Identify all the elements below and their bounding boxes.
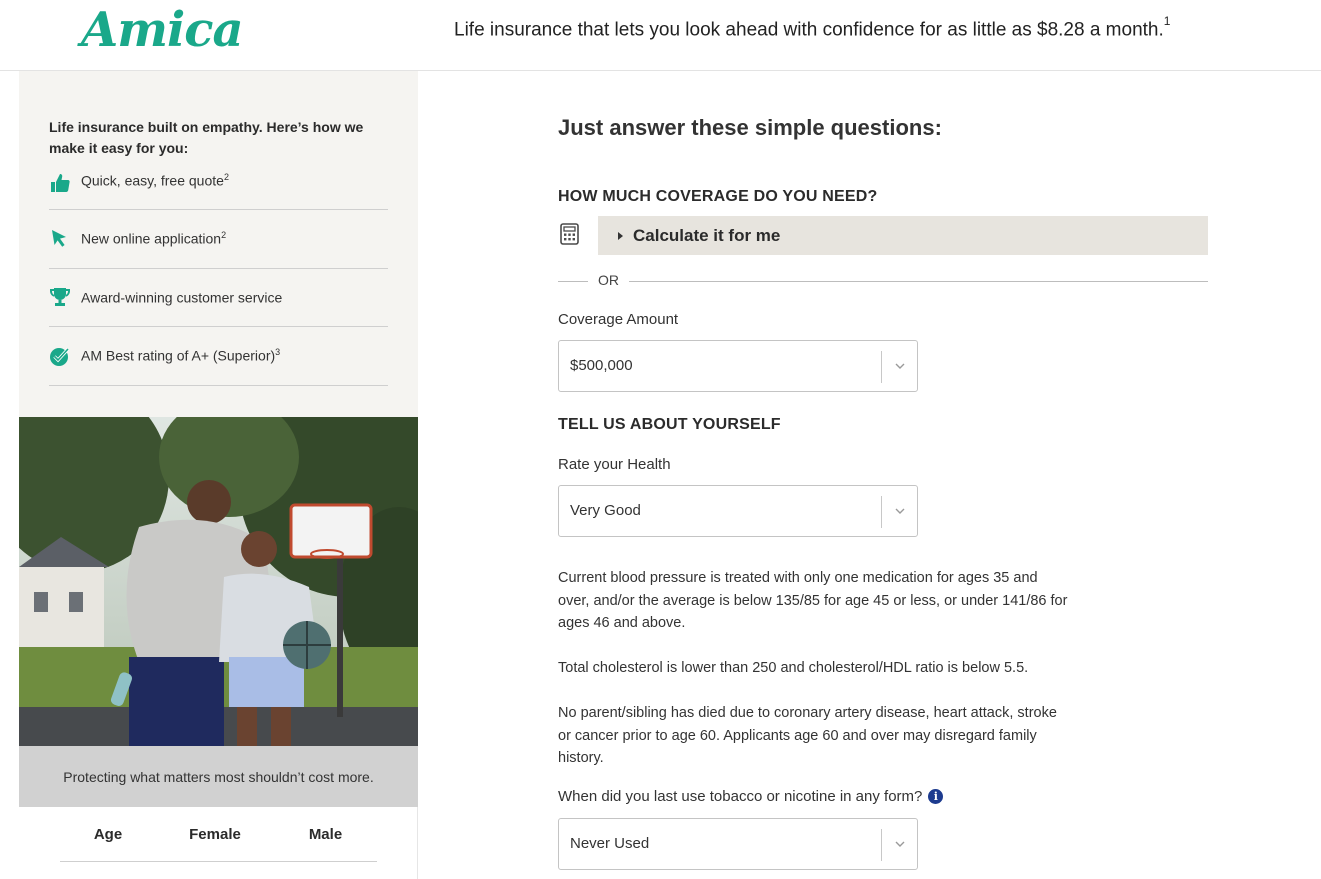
benefit-label-text: New online application (81, 231, 222, 248)
tobacco-question: When did you last use tobacco or nicotin… (558, 788, 944, 805)
benefit-label-text: Award-winning customer service (81, 289, 283, 306)
benefits-panel: Life insurance built on empathy. Here’s … (19, 71, 418, 417)
tobacco-label: When did you last use tobacco or nicotin… (558, 788, 923, 805)
cholesterol-note: Total cholesterol is lower than 250 and … (558, 660, 1029, 676)
header-tagline: Life insurance that lets you look ahead … (454, 14, 1171, 41)
benefit-label: New online application2 (81, 230, 226, 247)
health-rating-value: Very Good (570, 502, 641, 519)
benefit-item-quote: Quick, easy, free quote2 (49, 166, 388, 210)
benefit-item-rating: AM Best rating of A+ (Superior)3 (49, 327, 388, 386)
select-separator (881, 496, 882, 528)
chevron-down-icon (895, 508, 905, 514)
column-header-female: Female (189, 825, 241, 843)
amica-logo[interactable]: Amica (81, 2, 244, 58)
calculate-it-for-me-button[interactable]: Calculate it for me (598, 216, 1208, 255)
column-header-male: Male (308, 825, 343, 843)
select-separator (881, 351, 882, 383)
checkmark-circle-icon (49, 345, 71, 367)
calculator-icon (560, 223, 582, 247)
about-section-heading: TELL US ABOUT YOURSELF (558, 416, 781, 433)
thumbs-up-icon (49, 172, 71, 194)
benefits-list: Quick, easy, free quote2 New online appl… (49, 166, 388, 386)
select-separator (881, 829, 882, 861)
coverage-section-heading: HOW MUCH COVERAGE DO YOU NEED? (558, 188, 878, 205)
health-rating-select[interactable]: Very Good (558, 485, 918, 537)
benefit-item-application: New online application2 (49, 210, 388, 269)
coverage-amount-value: $500,000 (570, 357, 633, 374)
cursor-arrow-icon (49, 228, 71, 250)
coverage-amount-select[interactable]: $500,000 (558, 340, 918, 392)
rate-table-header: Age Female Male (60, 807, 377, 862)
tagline-text: Life insurance that lets you look ahead … (454, 19, 1164, 41)
benefit-label: AM Best rating of A+ (Superior)3 (81, 347, 280, 364)
or-divider: OR (558, 271, 1208, 291)
chevron-down-icon (895, 841, 905, 847)
chevron-down-icon (895, 363, 905, 369)
calculate-button-label: Calculate it for me (633, 225, 781, 245)
benefit-item-service: Award-winning customer service (49, 269, 388, 327)
form-title: Just answer these simple questions: (558, 115, 942, 140)
trophy-icon (49, 286, 71, 308)
divider-line (629, 281, 1208, 282)
or-label: OR (598, 272, 619, 288)
divider-line (558, 281, 588, 282)
benefit-label: Quick, easy, free quote2 (81, 172, 229, 189)
benefit-label-text: AM Best rating of A+ (Superior) (81, 348, 276, 365)
tobacco-use-select[interactable]: Never Used (558, 818, 918, 870)
family-history-note: No parent/sibling has died due to corona… (558, 705, 1057, 766)
family-photo (19, 417, 418, 746)
blood-pressure-note: Current blood pressure is treated with o… (558, 570, 1068, 631)
benefit-label-text: Quick, easy, free quote (81, 172, 224, 189)
sidebar-intro: Life insurance built on empathy. Here’s … (49, 119, 364, 156)
benefit-label: Award-winning customer service (81, 289, 282, 306)
info-icon[interactable]: i (928, 789, 944, 804)
column-header-age: Age (93, 825, 123, 843)
caret-right-icon (618, 231, 623, 240)
coverage-amount-label: Coverage Amount (558, 311, 679, 328)
benefit-footnote[interactable]: 3 (275, 347, 280, 357)
tagline-footnote[interactable]: 1 (1164, 14, 1171, 28)
benefit-footnote[interactable]: 2 (224, 172, 229, 182)
health-label: Rate your Health (558, 456, 671, 473)
photo-caption: Protecting what matters most shouldn’t c… (19, 746, 418, 807)
site-header: Amica Life insurance that lets you look … (0, 0, 1321, 71)
tobacco-use-value: Never Used (570, 835, 650, 852)
sidebar: Life insurance built on empathy. Here’s … (19, 71, 418, 879)
benefit-footnote[interactable]: 2 (221, 230, 226, 240)
